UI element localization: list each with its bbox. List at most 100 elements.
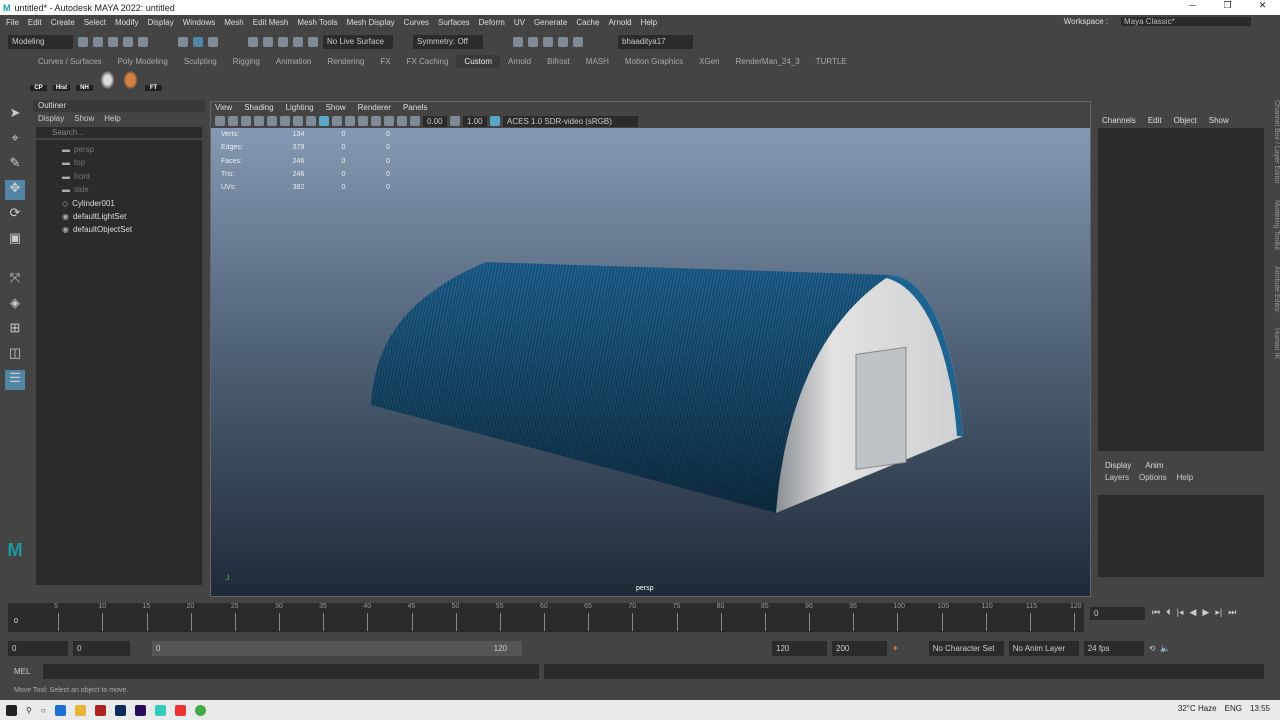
go-start-icon[interactable]: ⏮	[1152, 607, 1160, 618]
menu-surfaces[interactable]: Surfaces	[438, 18, 470, 27]
symmetry-select[interactable]: Symmetry: Off	[413, 35, 483, 49]
lights-icon[interactable]	[358, 116, 368, 126]
camera-attributes-icon[interactable]	[228, 116, 238, 126]
menu-file[interactable]: File	[6, 18, 19, 27]
center-pivot-button[interactable]: CP	[30, 69, 47, 91]
menu-select[interactable]: Select	[84, 18, 106, 27]
menu-uv[interactable]: UV	[514, 18, 525, 27]
exposure-field[interactable]: 0.00	[423, 115, 447, 127]
quonset-hut-model[interactable]	[211, 128, 1090, 596]
mode-select[interactable]: Modeling	[8, 35, 73, 49]
textured-icon[interactable]	[345, 116, 355, 126]
shelf-tab-sculpting[interactable]: Sculpting	[176, 55, 225, 68]
ipr-render-icon[interactable]	[528, 37, 538, 47]
menu-mesh[interactable]: Mesh	[224, 18, 244, 27]
time-slider[interactable]: 5 10 15 20 25 30 35 40 45 50 55 60 65 70 75 80 85 90 95 100…	[8, 603, 1084, 632]
two-view-icon[interactable]: ◫	[5, 345, 25, 365]
layer-menu-layers[interactable]: Layers	[1105, 473, 1129, 482]
isolate-select-icon[interactable]	[384, 116, 394, 126]
outliner-item[interactable]: ◉ defaultObjectSet	[36, 223, 202, 236]
mel-input[interactable]	[43, 664, 539, 679]
viewport-menu-view[interactable]: View	[215, 102, 232, 114]
step-forward-icon[interactable]: ▸|	[1215, 607, 1222, 618]
current-time-marker[interactable]: 0	[14, 618, 18, 625]
menu-mesh-tools[interactable]: Mesh Tools	[297, 18, 337, 27]
menu-mesh-display[interactable]: Mesh Display	[347, 18, 395, 27]
viewport-menu-lighting[interactable]: Lighting	[286, 102, 314, 114]
shadows-icon[interactable]	[371, 116, 381, 126]
shelf-tab-turtle[interactable]: TURTLE	[808, 55, 855, 68]
shelf-tab-mash[interactable]: MASH	[578, 55, 617, 68]
viewport-menu-panels[interactable]: Panels	[403, 102, 427, 114]
delete-history-button[interactable]: Hist	[53, 69, 70, 91]
outliner-search[interactable]: Search...	[36, 127, 202, 138]
character-set-select[interactable]: No Character Set	[928, 641, 1004, 656]
play-forward-icon[interactable]: ▶	[1202, 607, 1209, 618]
outliner-item[interactable]: ▬ front	[36, 170, 202, 183]
playback-end-field[interactable]: 120	[772, 641, 827, 656]
new-scene-icon[interactable]	[78, 37, 88, 47]
shelf-sphere-icon[interactable]	[99, 69, 116, 91]
shelf-tab-animation[interactable]: Animation	[268, 55, 320, 68]
hypershade-icon[interactable]	[558, 37, 568, 47]
snap-grid-icon[interactable]	[248, 37, 258, 47]
film-gate-icon[interactable]	[280, 116, 290, 126]
redo-icon[interactable]	[138, 37, 148, 47]
start-time-field[interactable]: 0	[8, 641, 68, 656]
outliner-item[interactable]: ▬ top	[36, 156, 202, 169]
layer-tab-display[interactable]: Display	[1105, 461, 1131, 470]
outliner-menu-help[interactable]: Help	[104, 112, 120, 125]
shelf-tab-motion-graphics[interactable]: Motion Graphics	[617, 55, 691, 68]
non-deformer-history-button[interactable]: NH	[76, 69, 93, 91]
playback-start-field[interactable]: 0	[73, 641, 130, 656]
paint-select-icon[interactable]: ✎	[5, 155, 25, 175]
color-management-icon[interactable]	[490, 116, 500, 126]
resolution-gate-icon[interactable]	[293, 116, 303, 126]
shelf-tab-poly[interactable]: Poly Modeling	[110, 55, 176, 68]
maya-task-icon[interactable]	[154, 704, 166, 716]
shelf-tab-renderman[interactable]: RenderMan_24_3	[728, 55, 808, 68]
channel-menu-object[interactable]: Object	[1174, 116, 1197, 128]
shelf-tab-bifrost[interactable]: Bifrost	[539, 55, 578, 68]
opera-icon[interactable]	[174, 704, 186, 716]
grid-icon[interactable]	[267, 116, 277, 126]
photoshop-icon[interactable]	[114, 704, 126, 716]
render-icon[interactable]	[513, 37, 523, 47]
four-view-icon[interactable]: ⊞	[5, 320, 25, 340]
undo-icon[interactable]	[123, 37, 133, 47]
menu-display[interactable]: Display	[148, 18, 174, 27]
outliner-layout-icon[interactable]: ☰	[5, 370, 25, 390]
current-frame-field[interactable]: 0	[1090, 607, 1145, 620]
layer-tab-anim[interactable]: Anim	[1145, 461, 1163, 470]
gamma-icon[interactable]	[450, 116, 460, 126]
search-icon[interactable]: ⚲	[26, 706, 32, 715]
shelf-tab-rigging[interactable]: Rigging	[225, 55, 268, 68]
menu-modify[interactable]: Modify	[115, 18, 139, 27]
outliner-menu-display[interactable]: Display	[38, 112, 64, 125]
rotate-tool-icon[interactable]: ⟳	[5, 205, 25, 225]
sound-icon[interactable]: 🔈	[1160, 644, 1170, 653]
live-surface-field[interactable]: No Live Surface	[323, 35, 393, 49]
outliner-item[interactable]: ▬ side	[36, 183, 202, 196]
menu-cache[interactable]: Cache	[576, 18, 599, 27]
shelf-tab-fx-caching[interactable]: FX Caching	[399, 55, 457, 68]
loop-icon[interactable]: ⟲	[1149, 644, 1156, 653]
save-scene-icon[interactable]	[108, 37, 118, 47]
outliner-item[interactable]: ▬ persp	[36, 143, 202, 156]
chrome-icon[interactable]	[194, 704, 206, 716]
auto-key-icon[interactable]: ✦	[892, 644, 899, 653]
camera-select-icon[interactable]	[215, 116, 225, 126]
step-back-key-icon[interactable]: ⏴	[1166, 607, 1171, 618]
menu-create[interactable]: Create	[51, 18, 75, 27]
select-tool-icon[interactable]: ➤	[5, 105, 25, 125]
last-tool-icon[interactable]: ⤧	[5, 270, 25, 290]
select-object-icon[interactable]	[193, 37, 203, 47]
explorer-icon[interactable]	[74, 704, 86, 716]
viewport-menu-shading[interactable]: Shading	[244, 102, 273, 114]
layer-menu-help[interactable]: Help	[1177, 473, 1193, 482]
menu-generate[interactable]: Generate	[534, 18, 567, 27]
shelf-tab-rendering[interactable]: Rendering	[319, 55, 372, 68]
go-end-icon[interactable]: ⏭	[1228, 607, 1236, 618]
side-tab-modeling-toolkit[interactable]: Modeling Toolkit	[1273, 200, 1280, 250]
shelf-tab-xgen[interactable]: XGen	[691, 55, 727, 68]
